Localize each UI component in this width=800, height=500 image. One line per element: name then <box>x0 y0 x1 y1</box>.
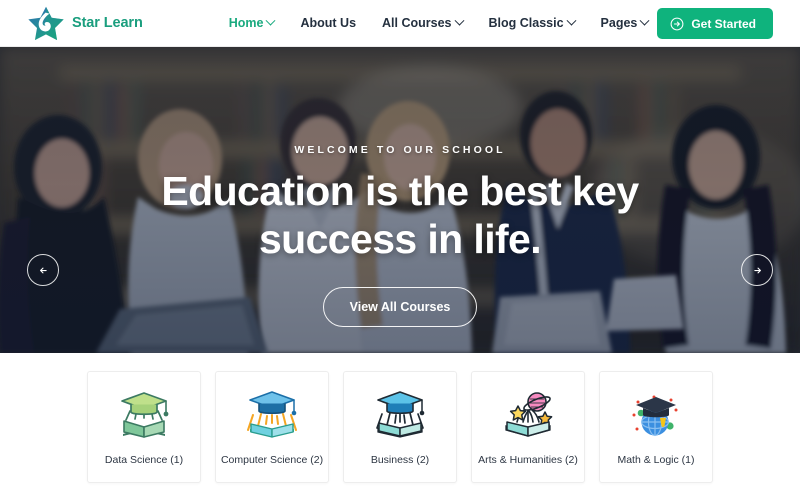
nav-item-label: All Courses <box>382 16 452 30</box>
chevron-down-icon <box>266 15 276 26</box>
chevron-down-icon <box>566 15 576 26</box>
nav-item-pages[interactable]: Pages <box>588 10 662 36</box>
hero-next-button[interactable] <box>741 254 773 286</box>
category-label: Data Science (1) <box>104 453 184 466</box>
nav-item-label: Pages <box>600 16 638 30</box>
planet-stars-book-icon <box>497 388 559 446</box>
category-carousel-section: Data Science (1) Computer Science (2) Bu… <box>0 353 800 500</box>
category-card-math-logic[interactable]: Math & Logic (1) <box>599 370 713 483</box>
category-list: Data Science (1) Computer Science (2) Bu… <box>0 353 800 500</box>
get-started-button[interactable]: Get Started <box>657 8 773 39</box>
category-card-computer-science[interactable]: Computer Science (2) <box>215 370 329 483</box>
nav-item-home[interactable]: Home <box>216 10 288 36</box>
get-started-label: Get Started <box>691 16 756 31</box>
arrow-left-icon <box>36 263 51 278</box>
nav-item-label: Home <box>228 16 264 30</box>
graduation-cap-book-teal-icon <box>369 388 431 446</box>
nav-item-blog-classic[interactable]: Blog Classic <box>476 10 588 36</box>
arrow-right-icon <box>750 263 765 278</box>
arrow-right-circle-icon <box>670 17 684 31</box>
category-label: Computer Science (2) <box>220 453 324 466</box>
graduation-cap-book-blue-icon <box>241 388 303 446</box>
brand-logo-link[interactable]: Star Learn <box>26 5 143 41</box>
nav-item-all-courses[interactable]: All Courses <box>369 10 475 36</box>
site-header: Star Learn Home About Us All Courses Blo… <box>0 0 800 47</box>
chevron-down-icon <box>454 15 464 26</box>
category-card-business[interactable]: Business (2) <box>343 370 457 483</box>
chevron-down-icon <box>639 15 650 26</box>
category-label: Math & Logic (1) <box>617 453 695 466</box>
graduation-cap-globe-icon <box>625 388 687 446</box>
view-all-courses-button[interactable]: View All Courses <box>322 287 478 328</box>
view-all-courses-label: View All Courses <box>349 300 451 315</box>
hero-kicker: WELCOME TO OUR SCHOOL <box>294 144 506 156</box>
nav-item-about-us[interactable]: About Us <box>287 10 369 36</box>
brand-name: Star Learn <box>72 15 143 31</box>
hero-slider: WELCOME TO OUR SCHOOL Education is the b… <box>0 47 800 353</box>
page-root: Star Learn Home About Us All Courses Blo… <box>0 0 800 500</box>
graduation-cap-book-green-icon <box>113 388 175 446</box>
hero-prev-button[interactable] <box>27 254 59 286</box>
main-nav: Home About Us All Courses Blog Classic P… <box>216 10 734 36</box>
category-card-arts-humanities[interactable]: Arts & Humanities (2) <box>471 370 585 483</box>
category-card-data-science[interactable]: Data Science (1) <box>87 370 201 483</box>
category-label: Business (2) <box>370 453 430 466</box>
nav-item-label: About Us <box>300 16 357 30</box>
hero-content: WELCOME TO OUR SCHOOL Education is the b… <box>0 47 800 353</box>
category-label: Arts & Humanities (2) <box>478 453 578 466</box>
star-leaf-logo-icon <box>26 5 66 41</box>
nav-item-label: Blog Classic <box>488 16 564 30</box>
hero-title: Education is the best key success in lif… <box>161 168 639 262</box>
